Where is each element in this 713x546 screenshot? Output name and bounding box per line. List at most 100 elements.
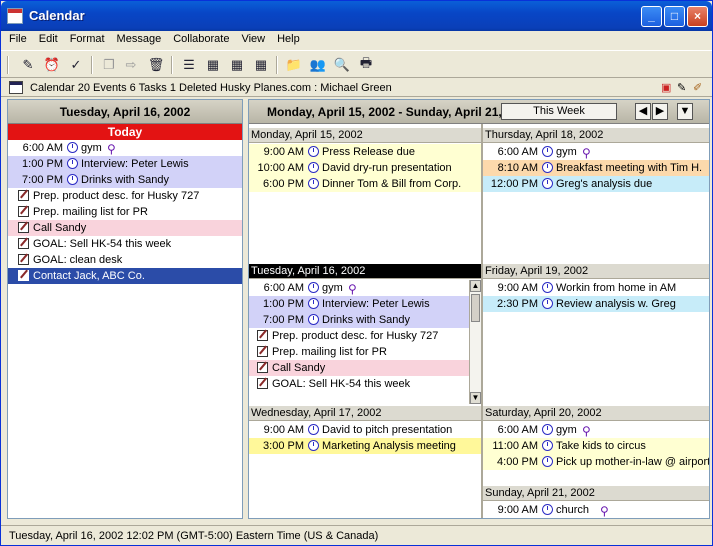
- event-item[interactable]: 12:00 PM Greg's analysis due: [483, 176, 709, 192]
- clock-icon: [308, 424, 319, 435]
- week-range-title: Monday, April 15, 2002 - Sunday, April 2…: [267, 105, 502, 119]
- this-week-button[interactable]: This Week: [501, 103, 617, 120]
- day-cell-sunday[interactable]: Sunday, April 21, 2002 9:00 AM church ⚲: [483, 486, 709, 518]
- event-time: 11:00 AM: [492, 440, 538, 452]
- task-item[interactable]: Contact Jack, ABC Co.: [8, 268, 242, 284]
- clock-icon: [542, 146, 553, 157]
- event-item[interactable]: 3:00 PM Marketing Analysis meeting: [249, 438, 481, 454]
- event-item[interactable]: 6:00 AM gym ⚲: [249, 280, 469, 296]
- folder-icon[interactable]: 📁: [284, 55, 304, 75]
- event-item[interactable]: 8:10 AM Breakfast meeting with Tim H.: [483, 160, 709, 176]
- scroll-thumb[interactable]: [471, 294, 480, 322]
- event-label: gym: [81, 142, 102, 154]
- event-item[interactable]: 7:00 PM Drinks with Sandy: [8, 172, 242, 188]
- day-cell-thursday[interactable]: Thursday, April 18, 2002 6:00 AM gym ⚲ 8:10…: [483, 128, 709, 262]
- new-task-icon[interactable]: ✓: [66, 55, 86, 75]
- day-header-selected: Tuesday, April 16, 2002: [249, 264, 481, 279]
- new-event-icon[interactable]: ✎: [18, 55, 38, 75]
- event-label: Interview: Peter Lewis: [322, 298, 430, 310]
- maximize-button[interactable]: □: [664, 6, 685, 27]
- close-button[interactable]: ×: [687, 6, 708, 27]
- scroll-up-arrow[interactable]: ▲: [470, 280, 481, 292]
- month-view-icon[interactable]: ▦: [251, 55, 271, 75]
- scroll-down-arrow[interactable]: ▼: [470, 392, 481, 404]
- clock-icon: [542, 504, 553, 515]
- event-time: 9:00 AM: [497, 504, 538, 516]
- find-icon[interactable]: 🔍: [332, 55, 352, 75]
- week-dropdown-button[interactable]: ▼: [677, 103, 693, 120]
- event-item[interactable]: 6:00 PM Dinner Tom & Bill from Corp.: [249, 176, 481, 192]
- day-cell-saturday[interactable]: Saturday, April 20, 2002 6:00 AM gym ⚲ 11:0…: [483, 406, 709, 486]
- new-alarm-icon[interactable]: ⏰: [42, 55, 62, 75]
- week-pane: Monday, April 15, 2002 - Sunday, April 2…: [248, 99, 710, 519]
- event-item[interactable]: 1:00 PM Interview: Peter Lewis: [249, 296, 469, 312]
- title-bar[interactable]: Calendar _ □ ×: [1, 1, 712, 31]
- toolbar: ✎ ⏰ ✓ ❐ ⇨ 🗑 ☰ ▦ ▦ ▦ 📁 👥 🔍 🖶: [1, 50, 712, 78]
- menu-format[interactable]: Format: [64, 31, 111, 45]
- forward-icon[interactable]: ⇨: [121, 55, 141, 75]
- event-item[interactable]: 6:00 AM gym ⚲: [8, 140, 242, 156]
- event-item[interactable]: 6:00 AM gym ⚲: [483, 422, 709, 438]
- clock-icon: [542, 298, 553, 309]
- people-icon[interactable]: 👥: [308, 55, 328, 75]
- day-cell-friday[interactable]: Friday, April 19, 2002 9:00 AM Workin fro…: [483, 264, 709, 406]
- menu-view[interactable]: View: [235, 31, 271, 45]
- task-item[interactable]: Prep. product desc. for Husky 727: [249, 328, 469, 344]
- delete-icon[interactable]: 🗑: [146, 55, 166, 75]
- task-icon: [257, 362, 268, 373]
- next-week-button[interactable]: ▶: [652, 103, 668, 120]
- task-item[interactable]: Call Sandy: [8, 220, 242, 236]
- task-icon: [18, 254, 29, 265]
- day-list-pane: Tuesday, April 16, 2002 Today 6:00 AM gym…: [7, 99, 243, 519]
- day-header: Saturday, April 20, 2002: [483, 406, 709, 421]
- prev-week-button[interactable]: ◀: [635, 103, 651, 120]
- event-item[interactable]: 6:00 AM gym ⚲: [483, 144, 709, 160]
- menu-help[interactable]: Help: [271, 31, 306, 45]
- task-icon: [257, 330, 268, 341]
- task-item[interactable]: GOAL: clean desk: [8, 252, 242, 268]
- event-item[interactable]: 7:00 PM Drinks with Sandy: [249, 312, 469, 328]
- menu-message[interactable]: Message: [111, 31, 168, 45]
- minimize-button[interactable]: _: [641, 6, 662, 27]
- print-icon[interactable]: 🖶: [356, 55, 376, 75]
- task-item[interactable]: Prep. mailing list for PR: [249, 344, 469, 360]
- event-label: gym: [556, 146, 577, 158]
- menu-file[interactable]: File: [1, 31, 33, 45]
- info-bar: Calendar 20 Events 6 Tasks 1 Deleted Hus…: [1, 79, 712, 97]
- event-time: 8:10 AM: [497, 162, 538, 174]
- event-label: gym: [556, 424, 577, 436]
- task-item[interactable]: Prep. mailing list for PR: [8, 204, 242, 220]
- calendar-window: Calendar _ □ × File Edit Format Message Coll…: [0, 0, 713, 546]
- event-item[interactable]: 9:00 AM Press Release due: [249, 144, 481, 160]
- event-item[interactable]: 11:00 AM Take kids to circus: [483, 438, 709, 454]
- task-item[interactable]: GOAL: Sell HK-54 this week: [249, 376, 469, 392]
- today-button[interactable]: Today: [8, 124, 242, 140]
- menu-collaborate[interactable]: Collaborate: [167, 31, 235, 45]
- event-item[interactable]: 1:00 PM Interview: Peter Lewis: [8, 156, 242, 172]
- task-item[interactable]: Prep. product desc. for Husky 727: [8, 188, 242, 204]
- day-scrollbar[interactable]: ▲ ▼: [469, 280, 481, 404]
- list-view-icon[interactable]: ☰: [179, 55, 199, 75]
- calendar-app-icon: [7, 8, 23, 24]
- event-item[interactable]: 9:00 AM Workin from home in AM: [483, 280, 709, 296]
- brush-icon[interactable]: ✐: [693, 81, 702, 94]
- day-cell-tuesday[interactable]: Tuesday, April 16, 2002 6:00 AM gym ⚲ 1:00 …: [249, 264, 481, 406]
- event-item[interactable]: 2:30 PM Review analysis w. Greg: [483, 296, 709, 312]
- menu-edit[interactable]: Edit: [33, 31, 64, 45]
- day-cell-monday[interactable]: Monday, April 15, 2002 9:00 AM Press Rele…: [249, 128, 481, 262]
- day-cell-wednesday[interactable]: Wednesday, April 17, 2002 9:00 AM David t…: [249, 406, 481, 518]
- event-item[interactable]: 4:00 PM Pick up mother-in-law @ airport: [483, 454, 709, 470]
- event-item[interactable]: 10:00 AM David dry-run presentation: [249, 160, 481, 176]
- week-view-icon[interactable]: ▦: [227, 55, 247, 75]
- copy-icon[interactable]: ❐: [99, 55, 119, 75]
- task-item[interactable]: Call Sandy: [249, 360, 469, 376]
- event-item[interactable]: 9:00 AM church ⚲: [483, 502, 709, 518]
- event-item[interactable]: 9:00 AM David to pitch presentation: [249, 422, 481, 438]
- task-item[interactable]: GOAL: Sell HK-54 this week: [8, 236, 242, 252]
- day-header: Friday, April 19, 2002: [483, 264, 709, 279]
- event-time: 1:00 PM: [22, 158, 63, 170]
- day-view-icon[interactable]: ▦: [203, 55, 223, 75]
- pencil-icon[interactable]: ✎: [677, 81, 686, 94]
- copy-color-icon[interactable]: ▣: [661, 81, 671, 94]
- event-time: 9:00 AM: [263, 424, 304, 436]
